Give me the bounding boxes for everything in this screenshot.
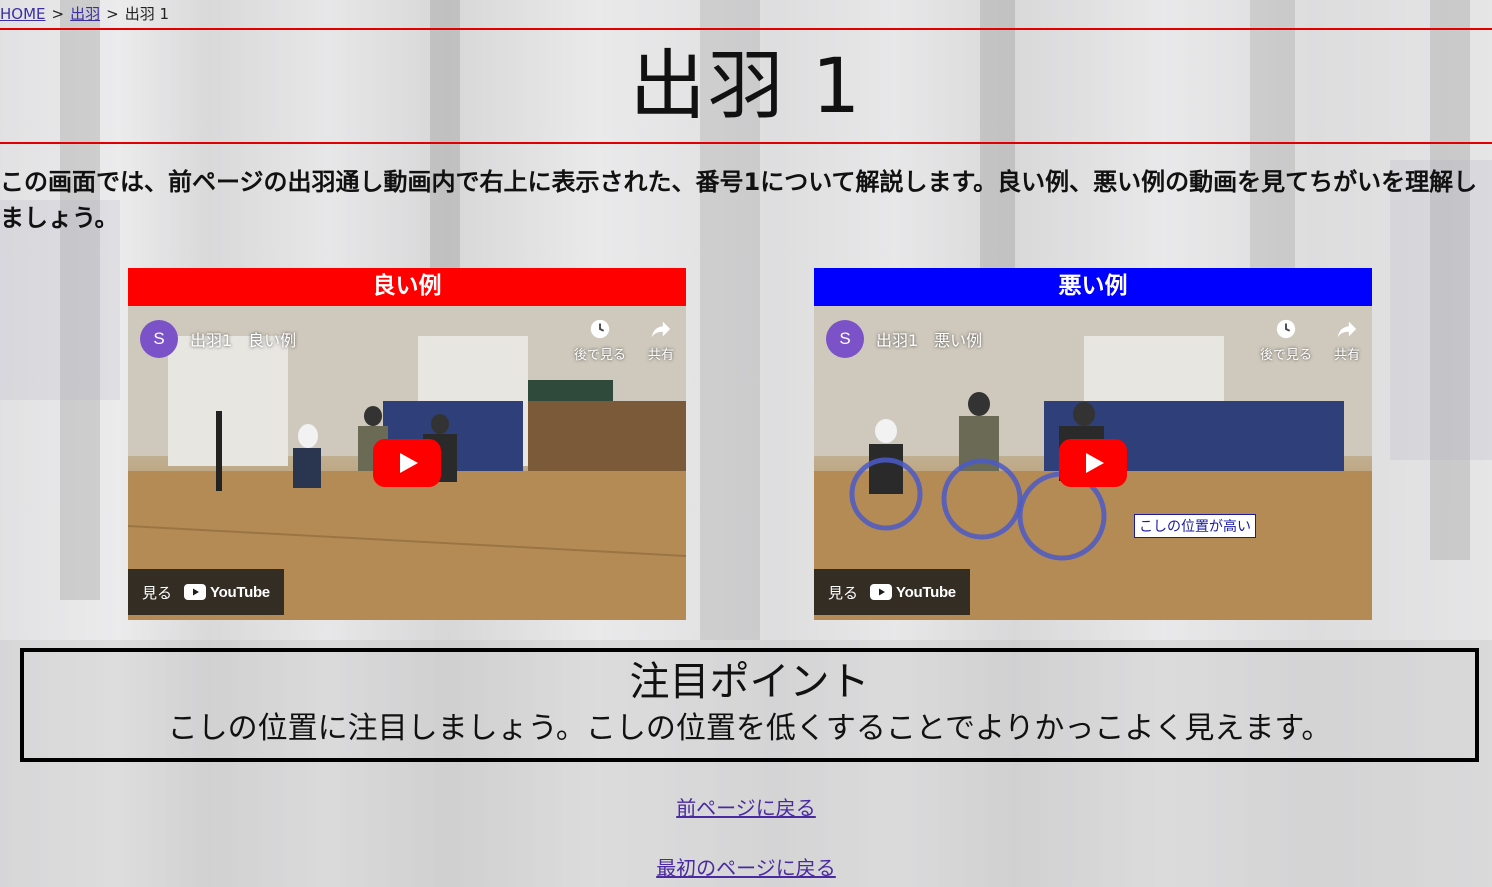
video-title[interactable]: 出羽1 悪い例: [876, 327, 982, 351]
channel-avatar[interactable]: S: [140, 320, 178, 358]
play-icon[interactable]: [1059, 439, 1127, 487]
video-caption: こしの位置が高い: [1134, 514, 1256, 538]
good-example-video: 良い例 S 出羽1 良い例 後で見る 共有 見る YouTube: [128, 268, 686, 620]
youtube-logo-icon: [870, 584, 893, 600]
title-band: 出羽 1: [0, 28, 1492, 144]
breadcrumb-home-link[interactable]: HOME: [0, 5, 46, 23]
breadcrumb-separator: >: [51, 5, 65, 23]
watch-on-youtube-button[interactable]: 見る YouTube: [814, 569, 970, 615]
youtube-wordmark: YouTube: [896, 583, 956, 601]
video-player-bad[interactable]: S 出羽1 悪い例 後で見る 共有 こしの位置が高い 見る YouTube: [814, 306, 1372, 620]
page-title: 出羽 1: [629, 41, 863, 130]
share-button[interactable]: 共有: [1334, 318, 1360, 363]
youtube-logo: YouTube: [870, 584, 956, 601]
play-icon[interactable]: [373, 439, 441, 487]
watch-on-label: 見る: [828, 583, 859, 602]
share-label: 共有: [647, 348, 674, 363]
key-point-box: 注目ポイント こしの位置に注目しましょう。こしの位置を低くすることでよりかっこよ…: [20, 648, 1479, 762]
clock-icon: [590, 319, 610, 339]
bad-example-header: 悪い例: [814, 268, 1372, 306]
good-example-header: 良い例: [128, 268, 686, 306]
video-title-bar: S 出羽1 悪い例: [826, 320, 982, 358]
video-actions: 後で見る 共有: [574, 318, 674, 363]
watch-on-youtube-button[interactable]: 見る YouTube: [128, 569, 284, 615]
breadcrumb-separator: >: [106, 5, 119, 23]
youtube-logo-icon: [184, 584, 207, 600]
prev-page-link[interactable]: 前ページに戻る: [676, 796, 816, 820]
first-page-link-wrap: 最初のページに戻る: [0, 852, 1492, 881]
video-title[interactable]: 出羽1 良い例: [190, 327, 296, 351]
share-button[interactable]: 共有: [648, 318, 674, 363]
key-point-title: 注目ポイント: [629, 659, 870, 705]
watch-later-button[interactable]: 後で見る: [574, 318, 626, 363]
watch-later-label: 後で見る: [1259, 348, 1312, 363]
bad-example-video: 悪い例 S 出羽1 悪い例 後で見る 共有 こしの位置が高い 見る YouTub…: [814, 268, 1372, 620]
breadcrumb-parent-link[interactable]: 出羽: [70, 5, 100, 23]
share-icon: [651, 321, 671, 338]
share-icon: [1337, 321, 1357, 338]
channel-avatar[interactable]: S: [826, 320, 864, 358]
watch-on-label: 見る: [142, 583, 173, 602]
clock-icon: [1276, 319, 1296, 339]
key-point-text: こしの位置に注目しましょう。こしの位置を低くすることでよりかっこよく見えます。: [167, 711, 1332, 746]
intro-text: この画面では、前ページの出羽通し動画内で右上に表示された、番号1について解説しま…: [0, 168, 1478, 232]
watch-later-label: 後で見る: [573, 348, 626, 363]
youtube-wordmark: YouTube: [210, 583, 270, 601]
breadcrumb-current: 出羽 1: [124, 5, 169, 23]
share-label: 共有: [1333, 348, 1360, 363]
breadcrumb: HOME > 出羽 > 出羽 1: [0, 4, 169, 24]
video-actions: 後で見る 共有: [1260, 318, 1360, 363]
prev-page-link-wrap: 前ページに戻る: [0, 792, 1492, 821]
youtube-logo: YouTube: [184, 584, 270, 601]
video-title-bar: S 出羽1 良い例: [140, 320, 296, 358]
video-player-good[interactable]: S 出羽1 良い例 後で見る 共有 見る YouTube: [128, 306, 686, 620]
watch-later-button[interactable]: 後で見る: [1260, 318, 1312, 363]
first-page-link[interactable]: 最初のページに戻る: [656, 856, 836, 880]
